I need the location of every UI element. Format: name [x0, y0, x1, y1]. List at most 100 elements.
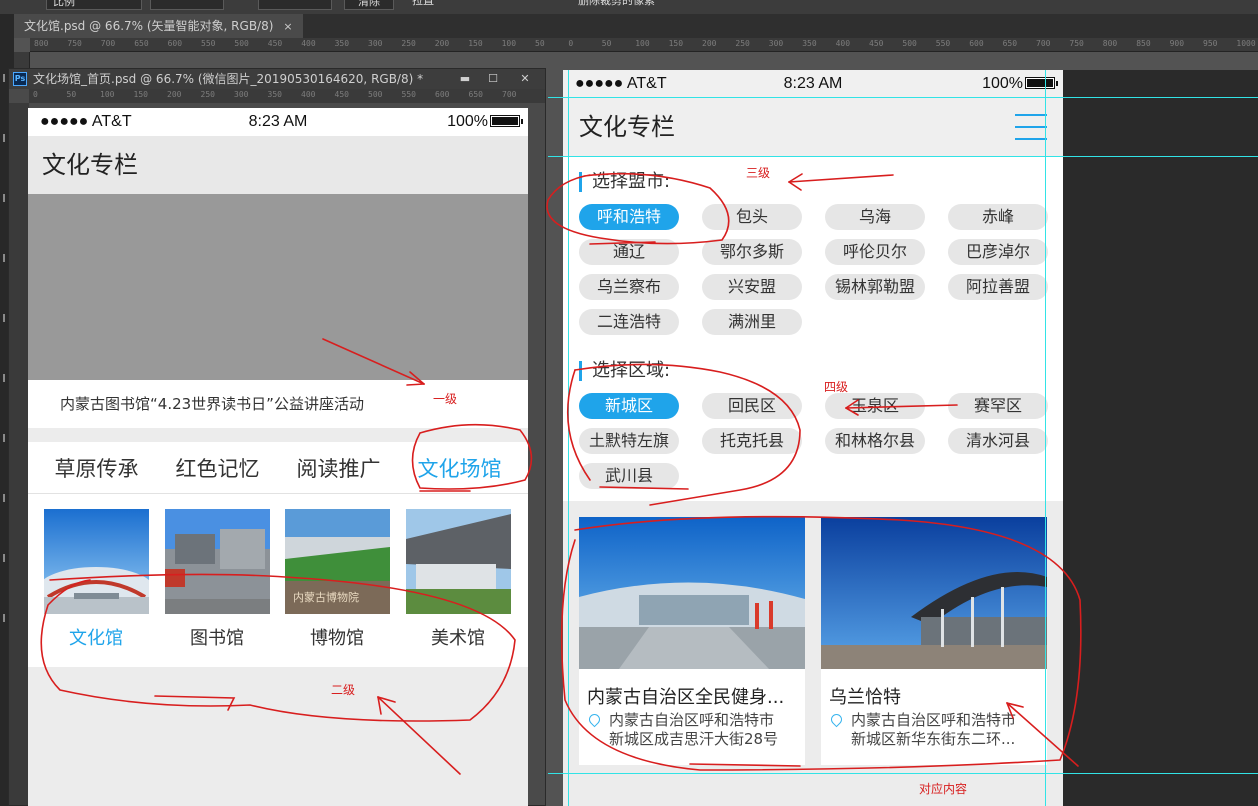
- guide-line[interactable]: [1045, 70, 1046, 806]
- city-chip[interactable]: 包头: [702, 204, 802, 230]
- ruler-mark: 750: [67, 39, 82, 48]
- city-chip[interactable]: 兴安盟: [702, 274, 802, 300]
- guide-line[interactable]: [548, 97, 1258, 98]
- district-chip[interactable]: 托克托县: [702, 428, 802, 454]
- venue-card-image: [579, 517, 805, 669]
- city-chip[interactable]: 阿拉善盟: [948, 274, 1048, 300]
- straighten-button[interactable]: 拉直: [406, 0, 460, 10]
- battery-icon: [1025, 77, 1058, 89]
- ratio-dropdown[interactable]: 比例: [46, 0, 142, 10]
- district-chip-grid: 新城区 回民区 玉泉区 赛罕区土默特左旗 托克托县 和林格尔县 清水河县武川县: [579, 393, 1048, 489]
- city-chip[interactable]: 通辽: [579, 239, 679, 265]
- ruler-mark: 150: [133, 90, 148, 99]
- ruler-mark: 600: [435, 90, 450, 99]
- venue-card-title: 乌兰恰特: [829, 687, 901, 708]
- venue-card-title: 内蒙古自治区全民健身...: [587, 687, 785, 708]
- horizontal-ruler[interactable]: 800 750 700 650 600 550 500 450 400 350 300 250 200 1…: [30, 38, 1258, 52]
- location-pin-icon: [828, 711, 845, 728]
- tab-caoyuan[interactable]: 草原传承: [55, 453, 139, 483]
- district-chip[interactable]: 赛罕区: [948, 393, 1048, 419]
- floating-window-titlebar[interactable]: Ps 文化场馆_首页.psd @ 66.7% (微信图片_20190530164…: [9, 69, 545, 89]
- district-chip[interactable]: 和林格尔县: [825, 428, 925, 454]
- address-line-2: 新城区成吉思汗大街28号: [609, 730, 779, 748]
- ruler-mark: 950: [1203, 39, 1218, 48]
- ruler-mark: 500: [902, 39, 917, 48]
- doc-tab-title: 文化馆.psd @ 66.7% (矢量智能对象, RGB/8): [24, 19, 274, 33]
- ruler-mark: 550: [935, 39, 951, 48]
- ruler-mark: 450: [267, 39, 283, 48]
- tab-yuedu[interactable]: 阅读推广: [297, 453, 381, 483]
- ruler-mark: 850: [1136, 39, 1151, 48]
- clear-button[interactable]: 清除: [344, 0, 394, 10]
- city-chip[interactable]: 巴彦淖尔: [948, 239, 1048, 265]
- district-chip[interactable]: 土默特左旗: [579, 428, 679, 454]
- venue-thumb-tushuguan[interactable]: [165, 509, 270, 614]
- venue-label-wenhuaguan[interactable]: 文化馆: [36, 624, 156, 650]
- district-chip[interactable]: 回民区: [702, 393, 802, 419]
- close-button[interactable]: ✕: [513, 71, 537, 87]
- venue-thumb-wenhuaguan[interactable]: [44, 509, 149, 614]
- city-chip[interactable]: 乌海: [825, 204, 925, 230]
- floating-vertical-ruler[interactable]: [9, 103, 29, 805]
- tab-hongse[interactable]: 红色记忆: [176, 453, 260, 483]
- delete-cropped-checkbox-label[interactable]: 删除裁剪的像素: [572, 0, 722, 10]
- district-chip[interactable]: 清水河县: [948, 428, 1048, 454]
- doc-tab-wenhuaguan[interactable]: 文化馆.psd @ 66.7% (矢量智能对象, RGB/8) ×: [14, 14, 303, 38]
- width-input[interactable]: [150, 0, 224, 10]
- banner-image[interactable]: [28, 194, 528, 380]
- city-chip[interactable]: 鄂尔多斯: [702, 239, 802, 265]
- ruler-mark: 100: [635, 39, 650, 48]
- city-chip[interactable]: 呼伦贝尔: [825, 239, 925, 265]
- district-chip[interactable]: 新城区: [579, 393, 679, 419]
- venue-thumb-meishuguan[interactable]: [406, 509, 511, 614]
- ruler-mark: 150: [668, 39, 684, 48]
- floating-horizontal-ruler[interactable]: 0 50 100 150 200 250 300 350 400 450 500 550 600 650 7…: [29, 89, 545, 103]
- venue-card-address: 内蒙古自治区呼和浩特市 新城区成吉思汗大街28号: [579, 709, 805, 749]
- district-chip[interactable]: 武川县: [579, 463, 679, 489]
- hamburger-menu-icon[interactable]: [1015, 114, 1047, 140]
- museum-sign-text: 内蒙古博物院: [293, 590, 359, 604]
- location-pin-icon: [586, 711, 603, 728]
- guide-line[interactable]: [568, 70, 569, 806]
- annotation-level1: 一级: [433, 392, 458, 406]
- ruler-mark: 650: [134, 39, 149, 48]
- ruler-mark: 800: [34, 39, 49, 48]
- venue-label-meishuguan[interactable]: 美术馆: [398, 624, 518, 650]
- ruler-mark: 450: [869, 39, 884, 48]
- city-chip[interactable]: 锡林郭勒盟: [825, 274, 925, 300]
- height-input[interactable]: [258, 0, 332, 10]
- venue-image-row: 内蒙古博物院: [28, 494, 528, 614]
- home-page-mockup: ●●●●● AT&T 8:23 AM 100% 文化专栏 内蒙古图书馆“4.23…: [28, 108, 528, 806]
- ruler-mark: 550: [201, 39, 216, 48]
- battery-icon: [490, 115, 523, 127]
- city-filter-title: 选择盟市:: [579, 172, 1047, 192]
- venue-thumb-bowuguan[interactable]: 内蒙古博物院: [285, 509, 390, 614]
- district-chip[interactable]: 玉泉区: [825, 393, 925, 419]
- minimize-button[interactable]: ▬: [453, 71, 477, 87]
- ruler-mark: 50: [66, 90, 77, 99]
- ruler-mark: 250: [401, 39, 416, 48]
- venue-card[interactable]: 乌兰恰特 内蒙古自治区呼和浩特市 新城区新华东街东二环...: [821, 517, 1047, 765]
- city-chip[interactable]: 乌兰察布: [579, 274, 679, 300]
- venue-page-mockup: ●●●●● AT&T 8:23 AM 100% 文化专栏 选择盟市: 呼和浩特包…: [563, 70, 1063, 806]
- ruler-mark: 0: [568, 39, 574, 48]
- close-icon[interactable]: ×: [283, 20, 292, 33]
- guide-line[interactable]: [548, 156, 1258, 157]
- ruler-mark: 700: [1036, 39, 1051, 48]
- ruler-mark: 600: [167, 39, 183, 48]
- venue-card-list: 内蒙古自治区全民健身... 内蒙古自治区呼和浩特市 新城区成吉思汗大街28号 乌…: [563, 501, 1063, 765]
- ruler-mark: 500: [368, 90, 383, 99]
- city-chip[interactable]: 二连浩特: [579, 309, 679, 335]
- venue-label-tushuguan[interactable]: 图书馆: [157, 624, 277, 650]
- ruler-mark: 450: [334, 90, 349, 99]
- ruler-mark: 250: [735, 39, 750, 48]
- city-chip[interactable]: 赤峰: [948, 204, 1048, 230]
- guide-line[interactable]: [548, 773, 1258, 774]
- ps-options-bar: 比例 清除 拉直 删除裁剪的像素: [0, 0, 1258, 14]
- city-chip[interactable]: 呼和浩特: [579, 204, 679, 230]
- maximize-button[interactable]: ☐: [481, 71, 505, 87]
- venue-label-bowuguan[interactable]: 博物馆: [277, 624, 397, 650]
- city-chip[interactable]: 满洲里: [702, 309, 802, 335]
- tab-wenhua-changguan[interactable]: 文化场馆: [418, 453, 502, 483]
- venue-card[interactable]: 内蒙古自治区全民健身... 内蒙古自治区呼和浩特市 新城区成吉思汗大街28号: [579, 517, 805, 765]
